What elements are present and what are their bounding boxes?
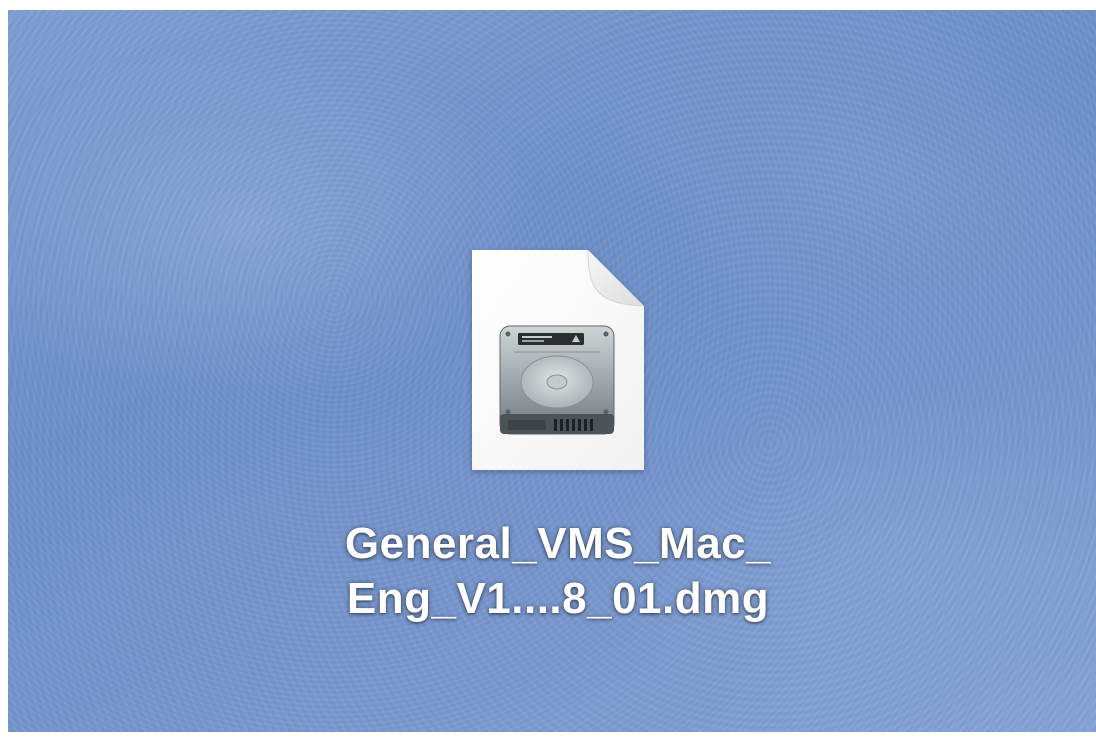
file-name-line-2: Eng_V1....8_01.dmg [346,574,770,623]
desktop-file-item[interactable]: General_VMS_Mac_ Eng_V1....8_01.dmg [328,248,788,638]
file-name-label[interactable]: General_VMS_Mac_ Eng_V1....8_01.dmg [328,516,788,626]
disk-image-file-icon[interactable] [470,248,646,472]
desktop-background: General_VMS_Mac_ Eng_V1....8_01.dmg [8,10,1096,732]
file-name-line-1: General_VMS_Mac_ [344,519,772,568]
